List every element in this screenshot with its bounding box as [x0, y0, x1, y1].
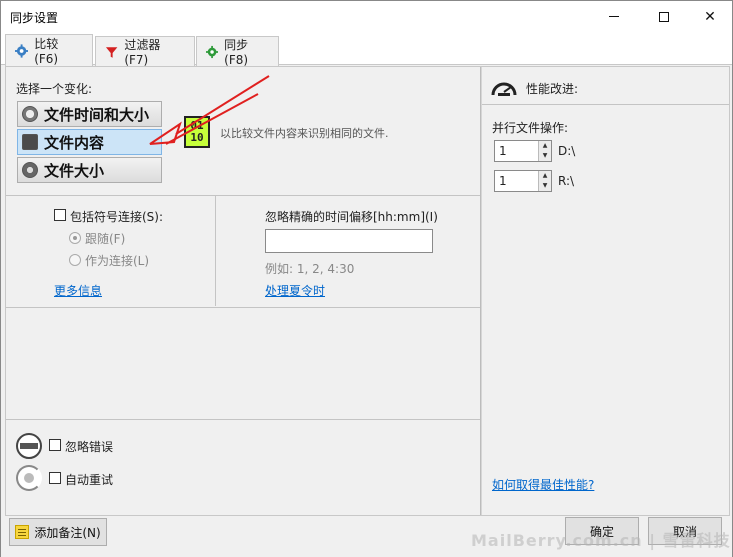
parallel-ops-stepper-r[interactable]: 1 ▲ ▼: [494, 170, 552, 192]
tab-compare[interactable]: 比较 (F6): [5, 34, 93, 66]
follow-radio[interactable]: [69, 232, 81, 244]
tab-filter-label: 过滤器 (F7): [124, 38, 161, 67]
maximize-button[interactable]: [641, 1, 687, 32]
column-divider: [215, 196, 216, 306]
retry-icon: [16, 465, 42, 491]
stepper-down-button[interactable]: ▼: [539, 181, 551, 191]
auto-retry-label: 自动重试: [65, 473, 114, 487]
variant-label: 文件内容: [44, 133, 105, 152]
speedometer-icon: [491, 82, 517, 96]
stepper-up-button[interactable]: ▲: [539, 171, 551, 181]
funnel-icon: [105, 46, 118, 58]
section-divider: [6, 195, 480, 196]
best-performance-link[interactable]: 如何取得最佳性能?: [492, 476, 594, 493]
gear-icon: [15, 43, 29, 58]
ignore-errors-label: 忽略错误: [65, 440, 114, 454]
maximize-icon: [659, 11, 669, 22]
cancel-button[interactable]: 取消: [648, 517, 722, 545]
parallel-ops-label: 并行文件操作:: [492, 121, 569, 135]
close-icon: ✕: [704, 8, 716, 25]
include-symlinks-label: 包括符号连接(S):: [70, 210, 164, 224]
minimize-button[interactable]: [591, 1, 637, 32]
tab-filter[interactable]: 过滤器 (F7): [95, 36, 195, 67]
time-shift-label: 忽略精确的时间偏移[hh:mm](I): [265, 210, 438, 224]
stepper-buttons: ▲ ▼: [538, 141, 551, 161]
drive-label-d: D:\: [558, 144, 576, 158]
section-divider: [6, 307, 480, 308]
close-button[interactable]: ✕: [687, 1, 733, 32]
include-symlinks-checkbox[interactable]: [54, 209, 66, 221]
window-title: 同步设置: [10, 11, 59, 25]
variant-size-button[interactable]: 文件大小: [17, 157, 162, 183]
stepper-down-button[interactable]: ▼: [539, 151, 551, 161]
tab-sync[interactable]: 同步 (F8): [196, 36, 279, 67]
as-link-label: 作为连接(L): [85, 254, 150, 268]
title-bar: 同步设置 ✕: [1, 1, 732, 32]
variant-label: 文件大小: [44, 161, 105, 180]
tab-bar: 比较 (F6) 过滤器 (F7) 同步 (F8): [1, 32, 732, 67]
ok-button[interactable]: 确定: [565, 517, 639, 545]
gear-icon: [206, 45, 219, 58]
binary-icon: [22, 134, 38, 150]
follow-label: 跟随(F): [85, 232, 126, 246]
binary-compare-icon: 01 10: [184, 116, 210, 148]
tab-sync-label: 同步 (F8): [224, 38, 249, 67]
performance-title: 性能改进:: [526, 82, 579, 96]
variant-time-size-button[interactable]: 文件时间和大小: [17, 101, 162, 127]
sync-settings-window: 同步设置 ✕ 比较 (F6) 过滤器 (F7) 同步 (F8) 选择一个变化: …: [0, 0, 733, 557]
drive-label-r: R:\: [558, 174, 575, 188]
clock-icon: [22, 106, 38, 122]
as-link-radio[interactable]: [69, 254, 81, 266]
choose-variant-label: 选择一个变化:: [16, 82, 93, 96]
variant-description: 以比较文件内容来识别相同的文件.: [220, 127, 389, 140]
dialog-footer: 添加备注(N) 确定 取消: [1, 517, 732, 557]
minimize-icon: [609, 16, 619, 17]
performance-pane: 性能改进: 并行文件操作: 1 ▲ ▼ D:\ 1 ▲ ▼ R:\ 如何取得最佳…: [482, 67, 729, 515]
variant-content-button[interactable]: 文件内容: [17, 129, 162, 155]
note-icon: [15, 525, 30, 539]
compare-pane: 选择一个变化: 文件时间和大小 文件内容 文件大小 01 10 以比较文件内容来…: [6, 67, 480, 515]
dst-link[interactable]: 处理夏令时: [265, 282, 325, 299]
ignore-errors-checkbox[interactable]: [49, 439, 61, 451]
add-note-button[interactable]: 添加备注(N): [9, 518, 107, 546]
auto-retry-checkbox[interactable]: [49, 472, 61, 484]
ok-label: 确定: [589, 524, 614, 539]
info-icon: [22, 162, 38, 178]
more-info-link[interactable]: 更多信息: [54, 282, 102, 299]
stepper-value: 1: [499, 174, 507, 188]
stepper-up-button[interactable]: ▲: [539, 141, 551, 151]
time-shift-example: 例如: 1, 2, 4:30: [265, 262, 355, 276]
binary-bottom-digits: 10: [190, 131, 204, 144]
tab-content: 选择一个变化: 文件时间和大小 文件内容 文件大小 01 10 以比较文件内容来…: [5, 66, 730, 516]
section-divider: [6, 419, 480, 420]
time-shift-input[interactable]: [265, 229, 433, 253]
ignore-errors-icon: [16, 433, 42, 459]
cancel-label: 取消: [672, 524, 697, 539]
variant-label: 文件时间和大小: [44, 105, 150, 124]
stepper-buttons: ▲ ▼: [538, 171, 551, 191]
parallel-ops-stepper-d[interactable]: 1 ▲ ▼: [494, 140, 552, 162]
stepper-value: 1: [499, 144, 507, 158]
add-note-label: 添加备注(N): [34, 525, 101, 540]
section-divider: [482, 104, 729, 105]
tab-compare-label: 比较 (F6): [34, 37, 59, 66]
